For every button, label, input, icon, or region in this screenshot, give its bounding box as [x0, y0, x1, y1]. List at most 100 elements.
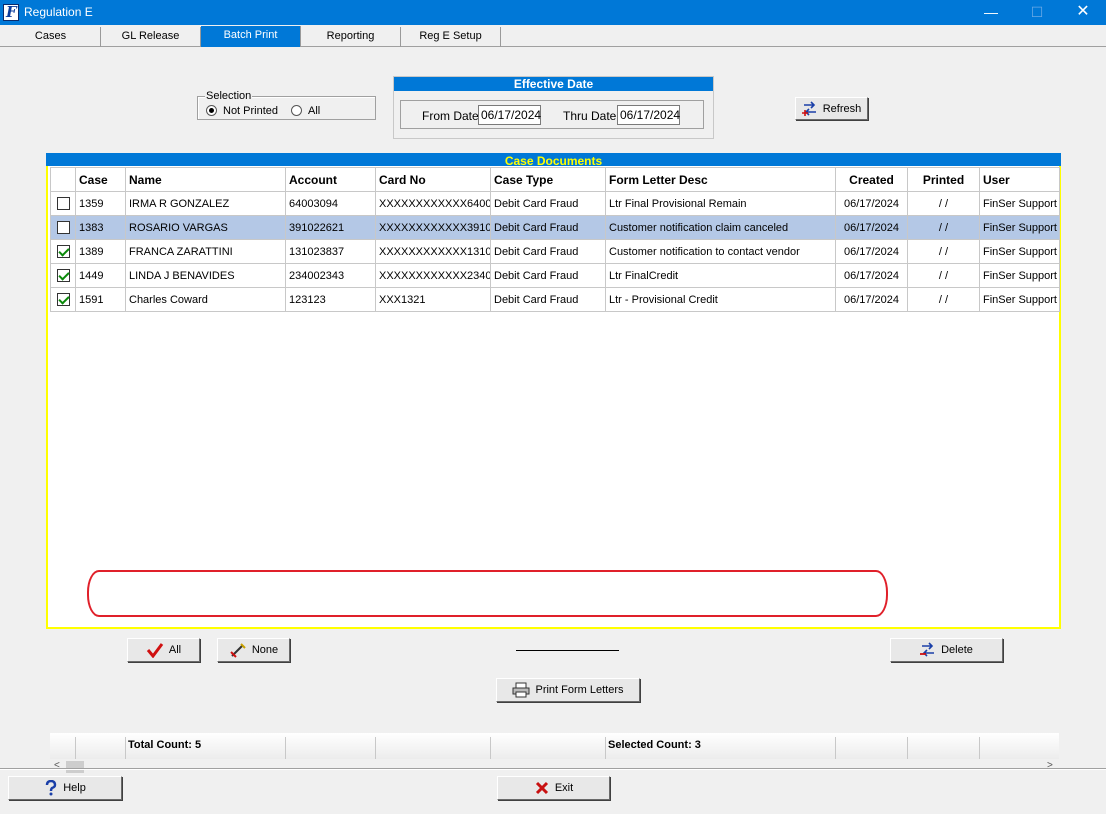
cell-account: 234002343	[285, 263, 376, 288]
cell-form-letter-desc: Ltr Final Provisional Remain	[605, 191, 836, 216]
title-bar: F Regulation E — ☐ ✕	[0, 0, 1106, 25]
cell-case-type: Debit Card Fraud	[490, 239, 606, 264]
cell-form-letter-desc: Ltr FinalCredit	[605, 263, 836, 288]
select-none-button[interactable]: None	[217, 638, 290, 662]
tab-reg-e-setup[interactable]: Reg E Setup	[401, 27, 501, 47]
refresh-label: Refresh	[822, 102, 862, 115]
cell-case-type: Debit Card Fraud	[490, 263, 606, 288]
window-title: Regulation E	[24, 5, 93, 19]
cell-created: 06/17/2024	[835, 287, 908, 312]
printer-icon	[512, 682, 530, 698]
table-row[interactable]: 1383 ROSARIO VARGAS 391022621 XXXXXXXXXX…	[50, 215, 1060, 240]
radio-label: All	[308, 105, 321, 117]
refresh-icon	[801, 100, 816, 116]
exit-button[interactable]: Exit	[497, 776, 610, 800]
row-checkbox-checked[interactable]	[56, 269, 70, 282]
minimize-button[interactable]: —	[968, 0, 1014, 25]
bottom-separator	[0, 768, 1106, 770]
close-button[interactable]: ✕	[1060, 0, 1106, 25]
row-checkbox-cell[interactable]	[50, 263, 76, 288]
thru-date-field[interactable]: 06/17/2024	[617, 105, 680, 125]
tab-cases[interactable]: Cases	[1, 27, 101, 47]
eraser-icon	[230, 643, 246, 658]
annotation-oval	[87, 570, 888, 617]
column-header-form-letter-desc[interactable]: Form Letter Desc	[605, 167, 836, 192]
row-checkbox-checked[interactable]	[56, 293, 70, 306]
maximize-button[interactable]: ☐	[1014, 0, 1060, 25]
help-label: Help	[63, 782, 86, 794]
tab-gl-release[interactable]: GL Release	[101, 27, 201, 47]
table-row[interactable]: 1359 IRMA R GONZALEZ 64003094 XXXXXXXXXX…	[50, 191, 1060, 216]
cell-name: FRANCA ZARATTINI	[125, 239, 286, 264]
table-row[interactable]: 1449 LINDA J BENAVIDES 234002343 XXXXXXX…	[50, 263, 1060, 288]
cell-name: Charles Coward	[125, 287, 286, 312]
select-none-label: None	[251, 644, 279, 656]
app-logo-icon: F	[3, 3, 19, 21]
cell-case: 1449	[75, 263, 126, 288]
column-header-name[interactable]: Name	[125, 167, 286, 192]
horizontal-scrollbar[interactable]: < >	[50, 759, 1059, 775]
cell-form-letter-desc: Ltr - Provisional Credit	[605, 287, 836, 312]
cell-case: 1383	[75, 215, 126, 240]
selection-legend: Selection	[205, 90, 253, 102]
row-checkbox-cell[interactable]	[50, 287, 76, 312]
grid-summary-row: Total Count: 5 Selected Count: 3	[50, 733, 1059, 759]
row-checkbox[interactable]	[56, 197, 70, 210]
radio-unselected-icon	[291, 105, 302, 116]
row-checkbox-cell[interactable]	[50, 215, 76, 240]
row-checkbox-checked[interactable]	[56, 245, 70, 258]
table-row[interactable]: 1591 Charles Coward 123123 XXX1321 Debit…	[50, 287, 1060, 312]
select-all-button[interactable]: All	[127, 638, 200, 662]
effective-date-panel: Effective Date From Date 06/17/2024 Thru…	[393, 76, 714, 139]
refresh-button[interactable]: Refresh	[795, 97, 868, 120]
cell-printed: / /	[907, 263, 980, 288]
table-header-row: Case Name Account Card No Case Type Form…	[50, 167, 1060, 192]
row-checkbox-cell[interactable]	[50, 191, 76, 216]
date-range-group: From Date 06/17/2024 Thru Date 06/17/202…	[400, 100, 704, 129]
grid-caption-text: Case Documents	[504, 154, 603, 167]
tab-batch-print[interactable]: Batch Print	[201, 26, 301, 47]
row-checkbox-cell[interactable]	[50, 239, 76, 264]
column-header-user[interactable]: User	[979, 167, 1060, 192]
tab-reporting[interactable]: Reporting	[301, 27, 401, 47]
help-button[interactable]: Help	[8, 776, 122, 800]
selected-count: Selected Count: 3	[608, 739, 701, 751]
cell-case-type: Debit Card Fraud	[490, 191, 606, 216]
cell-card-no: XXX1321	[375, 287, 491, 312]
cell-account: 64003094	[285, 191, 376, 216]
cell-user: FinSer Support	[979, 287, 1060, 312]
print-form-letters-button[interactable]: Print Form Letters	[496, 678, 640, 702]
print-form-letters-label: Print Form Letters	[535, 684, 624, 696]
grid-caption: Case Documents	[46, 153, 1061, 166]
delete-button[interactable]: Delete	[890, 638, 1003, 662]
column-header-account[interactable]: Account	[285, 167, 376, 192]
column-header-card-no[interactable]: Card No	[375, 167, 491, 192]
case-documents-table: Case Name Account Card No Case Type Form…	[50, 167, 1060, 312]
column-header-case-type[interactable]: Case Type	[490, 167, 606, 192]
help-icon	[45, 780, 57, 796]
column-header-printed[interactable]: Printed	[907, 167, 980, 192]
delete-icon	[920, 642, 935, 657]
cell-printed: / /	[907, 287, 980, 312]
exit-x-icon	[535, 781, 548, 795]
cell-card-no: XXXXXXXXXXXX1310	[375, 239, 491, 264]
table-row[interactable]: 1389 FRANCA ZARATTINI 131023837 XXXXXXXX…	[50, 239, 1060, 264]
exit-label: Exit	[554, 782, 574, 794]
cell-user: FinSer Support	[979, 191, 1060, 216]
cell-user: FinSer Support	[979, 263, 1060, 288]
cell-printed: / /	[907, 191, 980, 216]
case-documents-grid: Case Name Account Card No Case Type Form…	[46, 153, 1061, 775]
cell-created: 06/17/2024	[835, 239, 908, 264]
column-header-created[interactable]: Created	[835, 167, 908, 192]
from-date-field[interactable]: 06/17/2024	[478, 105, 541, 125]
from-date-label: From Date	[422, 109, 479, 123]
cell-card-no: XXXXXXXXXXXX3910	[375, 215, 491, 240]
selection-group: Selection Not Printed All	[197, 90, 376, 120]
cell-name: ROSARIO VARGAS	[125, 215, 286, 240]
scroll-thumb[interactable]	[66, 761, 84, 773]
row-checkbox[interactable]	[56, 221, 70, 234]
cell-printed: / /	[907, 239, 980, 264]
cell-case-type: Debit Card Fraud	[490, 287, 606, 312]
cell-user: FinSer Support	[979, 239, 1060, 264]
column-header-case[interactable]: Case	[75, 167, 126, 192]
